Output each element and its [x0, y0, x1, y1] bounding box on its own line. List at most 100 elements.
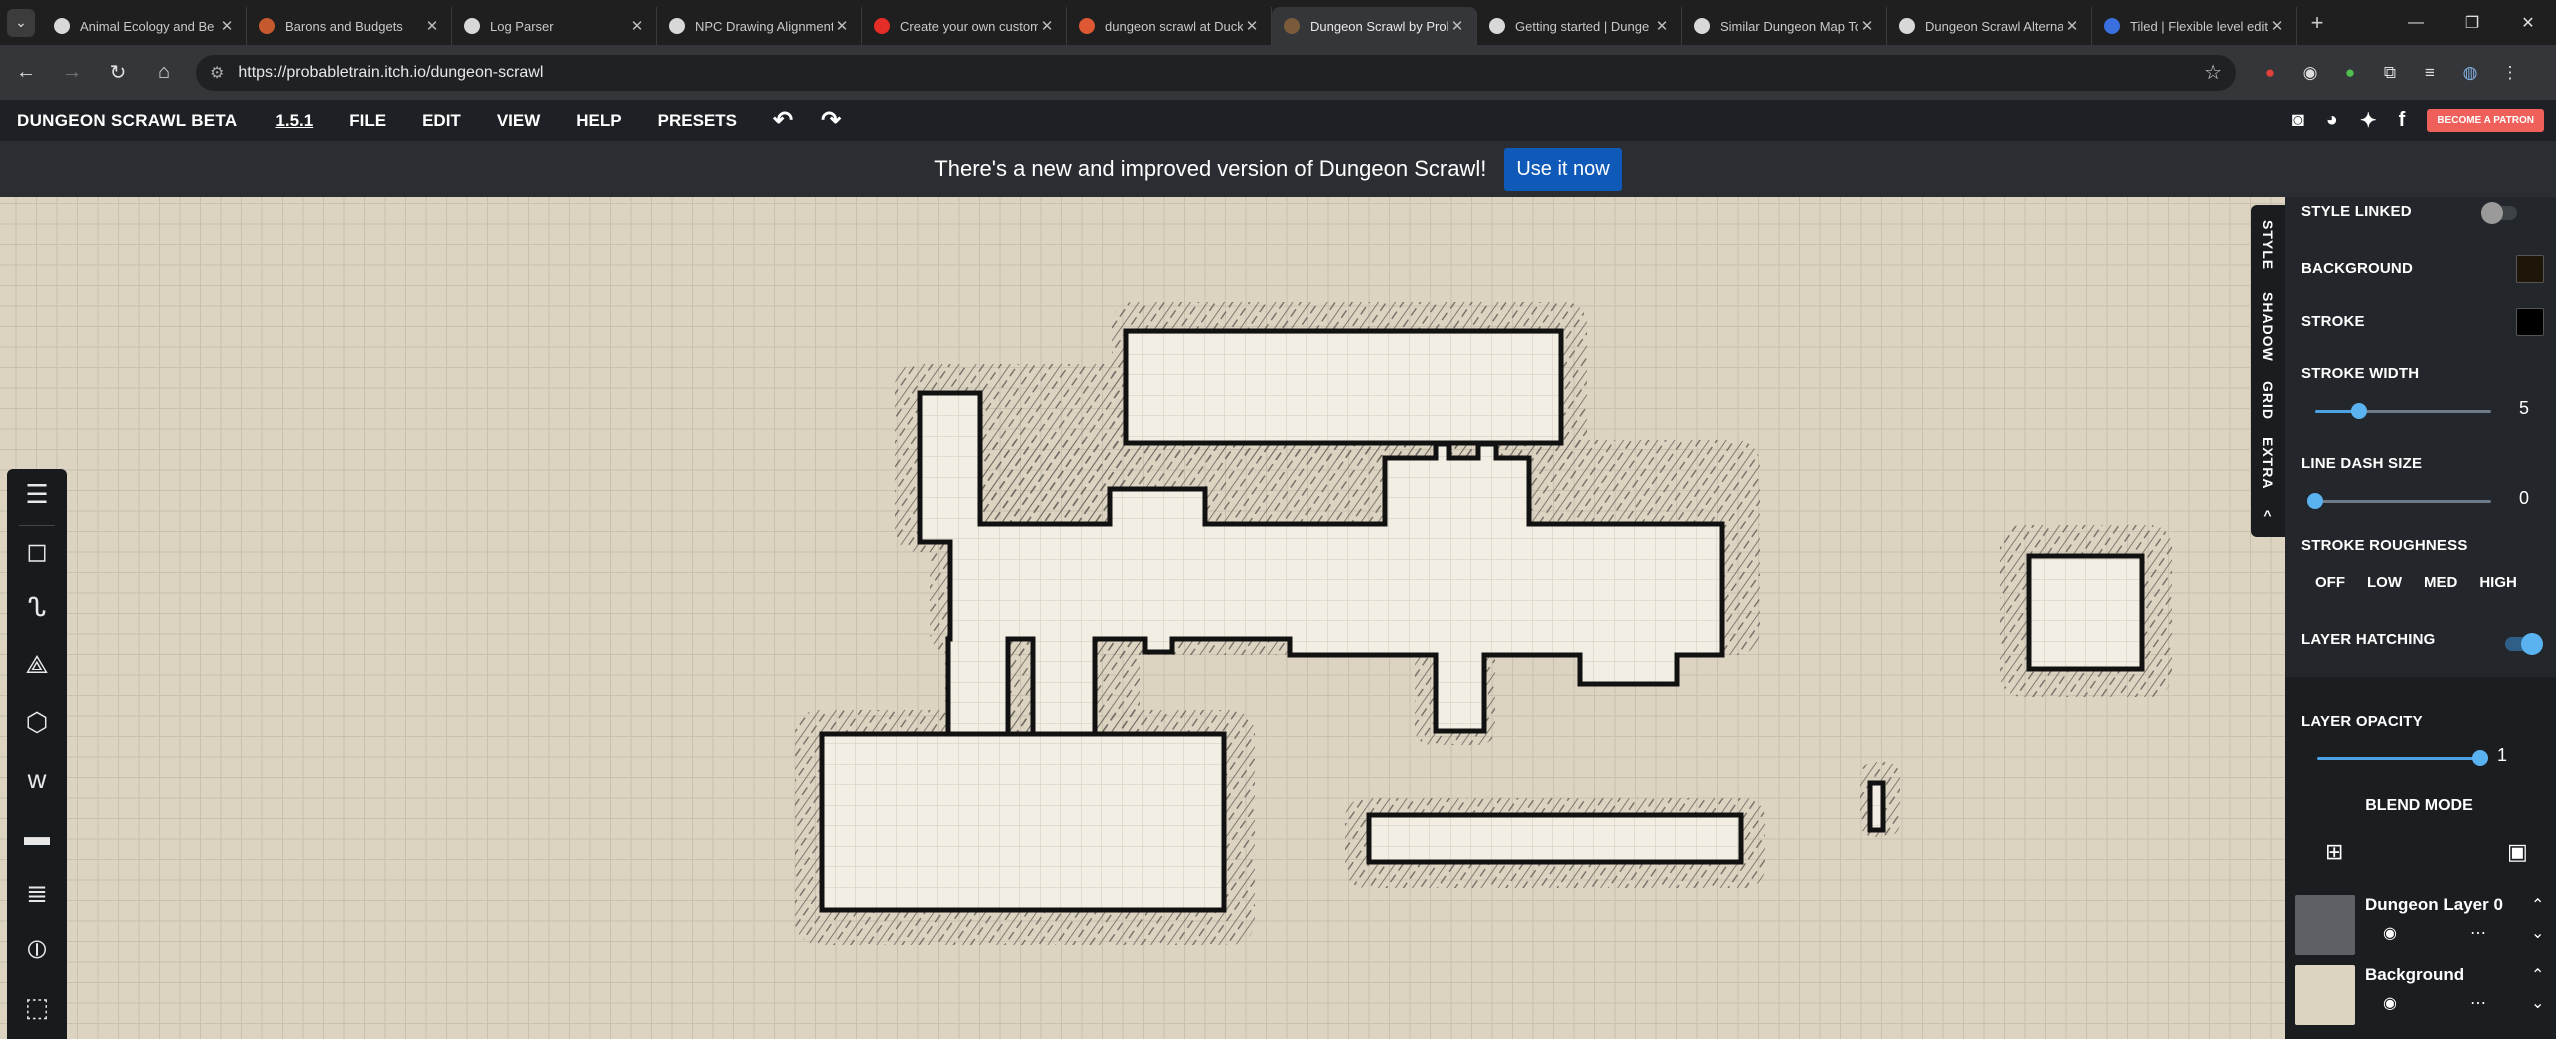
stroke-color-swatch[interactable] [2516, 308, 2544, 336]
discord-icon[interactable]: ◙ [2292, 109, 2304, 132]
line-dash-slider[interactable] [2315, 500, 2491, 503]
close-tab-icon[interactable]: ✕ [2268, 17, 2286, 35]
undo-icon[interactable]: ↶ [773, 106, 793, 135]
site-info-icon[interactable]: ⚙ [210, 63, 224, 83]
media-controls-icon[interactable]: ≡ [2410, 55, 2450, 91]
tab-grid[interactable]: GRID [2251, 375, 2285, 425]
browser-tab[interactable]: dungeon scrawl at Duck ✕ [1067, 7, 1272, 45]
blend-mode-button[interactable]: BLEND MODE [2357, 797, 2481, 815]
map-canvas[interactable]: ☰ ◻ ᔐ ⟁ ⬡ ᴡ ▬ ≣ ⦶ ⬚ [0, 197, 2556, 1039]
tab-style[interactable]: STYLE [2251, 213, 2285, 277]
menu-view[interactable]: VIEW [497, 111, 540, 131]
close-tab-icon[interactable]: ✕ [1243, 17, 1261, 35]
close-tab-icon[interactable]: ✕ [1653, 17, 1671, 35]
chevron-up-icon[interactable]: ⌃ [2531, 965, 2544, 985]
minimize-button[interactable]: — [2388, 0, 2444, 45]
close-tab-icon[interactable]: ✕ [1448, 17, 1466, 35]
back-button[interactable]: ← [6, 53, 46, 93]
browser-tab[interactable]: Animal Ecology and Be ✕ [42, 7, 247, 45]
extension-frog-icon[interactable]: ● [2330, 55, 2370, 91]
facebook-icon[interactable]: f [2399, 109, 2406, 132]
close-tab-icon[interactable]: ✕ [2063, 17, 2081, 35]
menu-presets[interactable]: PRESETS [658, 111, 737, 131]
bookmark-star-icon[interactable]: ☆ [2204, 60, 2222, 85]
browser-tab[interactable]: Log Parser ✕ [452, 7, 657, 45]
stroke-width-thumb[interactable] [2351, 403, 2367, 419]
version-link[interactable]: 1.5.1 [275, 111, 313, 131]
close-window-button[interactable]: ✕ [2500, 0, 2556, 45]
browser-tab[interactable]: Dungeon Scrawl by Prob ✕ [1272, 7, 1477, 45]
roughness-high[interactable]: HIGH [2479, 574, 2517, 591]
browser-tab[interactable]: NPC Drawing Alignment ✕ [657, 7, 862, 45]
close-tab-icon[interactable]: ✕ [628, 17, 646, 35]
menu-edit[interactable]: EDIT [422, 111, 461, 131]
tab-search-button[interactable]: ⌄ [0, 0, 42, 45]
url-field[interactable]: ⚙ https://probabletrain.itch.io/dungeon-… [196, 54, 2236, 91]
roughness-low[interactable]: LOW [2367, 574, 2402, 591]
layer-opacity-thumb[interactable] [2472, 750, 2488, 766]
select-tool-icon[interactable]: ⬚ [7, 982, 67, 1032]
tab-title: Log Parser [490, 18, 554, 34]
twitter-icon[interactable]: ✦ [2360, 108, 2377, 133]
browser-tab[interactable]: Similar Dungeon Map To ✕ [1682, 7, 1887, 45]
line-dash-thumb[interactable] [2307, 493, 2323, 509]
close-tab-icon[interactable]: ✕ [1038, 17, 1056, 35]
rectangle-tool-icon[interactable]: ◻ [7, 526, 67, 576]
browser-tab[interactable]: Tiled | Flexible level edit ✕ [2092, 7, 2297, 45]
menu-file[interactable]: FILE [349, 111, 386, 131]
more-icon[interactable]: ⋯ [2470, 923, 2486, 943]
measure-tool-icon[interactable]: ⦶ [7, 925, 67, 975]
tab-shadow[interactable]: SHADOW [2251, 287, 2285, 367]
tab-extra[interactable]: EXTRA [2251, 433, 2285, 493]
browser-tab[interactable]: Getting started | Dunge ✕ [1477, 7, 1682, 45]
path-tool-icon[interactable]: ᔐ [7, 582, 67, 632]
reload-button[interactable]: ↻ [98, 53, 138, 93]
more-icon[interactable]: ⋯ [2470, 993, 2486, 1013]
add-image-layer-icon[interactable]: ▣ [2507, 839, 2528, 865]
chevron-down-icon[interactable]: ⌄ [2531, 993, 2544, 1013]
use-it-now-button[interactable]: Use it now [1504, 147, 1622, 191]
add-layer-icon[interactable]: ⊞ [2325, 839, 2343, 865]
browser-tab[interactable]: Barons and Budgets ✕ [247, 7, 452, 45]
stroke-width-label: STROKE WIDTH [2301, 365, 2420, 382]
kebab-menu-icon[interactable]: ⋮ [2490, 55, 2530, 91]
layer-item[interactable]: Dungeon Layer 0 ◉ ⋯ ⌃ ⌄ [2285, 887, 2556, 955]
eye-icon[interactable]: ◉ [2383, 993, 2397, 1013]
menu-help[interactable]: HELP [576, 111, 621, 131]
eye-icon[interactable]: ◉ [2383, 923, 2397, 943]
reddit-icon[interactable]: ◕ [2326, 109, 2338, 132]
collapse-chevron-icon[interactable]: ^ [2251, 503, 2285, 527]
chevron-up-icon[interactable]: ⌃ [2531, 895, 2544, 915]
maximize-button[interactable]: ❐ [2444, 0, 2500, 45]
browser-tab[interactable]: Dungeon Scrawl Alterna ✕ [1887, 7, 2092, 45]
forward-button[interactable]: → [52, 53, 92, 93]
style-linked-toggle[interactable] [2481, 202, 2517, 224]
polygon-tool-icon[interactable]: ⟁ [7, 640, 67, 690]
roughness-med[interactable]: MED [2424, 574, 2457, 591]
extension-mask-icon[interactable]: ◉ [2290, 55, 2330, 91]
background-color-swatch[interactable] [2516, 255, 2544, 283]
stairs-tool-icon[interactable]: ≣ [7, 868, 67, 918]
become-patron-button[interactable]: BECOME A PATRON [2427, 109, 2544, 132]
bezier-tool-icon[interactable]: ᴡ [7, 754, 67, 804]
new-tab-button[interactable]: + [2297, 10, 2337, 36]
extension-red-icon[interactable]: ● [2250, 55, 2290, 91]
redo-icon[interactable]: ↷ [821, 106, 841, 135]
roughness-off[interactable]: OFF [2315, 574, 2345, 591]
browser-tab[interactable]: Create your own custom ✕ [862, 7, 1067, 45]
door-tool-icon[interactable]: ▬ [7, 811, 67, 861]
close-tab-icon[interactable]: ✕ [833, 17, 851, 35]
profile-avatar-icon[interactable]: ◍ [2450, 55, 2490, 91]
layer-hatching-toggle[interactable] [2505, 633, 2543, 655]
layer-opacity-slider[interactable] [2317, 757, 2477, 760]
puzzle-icon[interactable]: ⧉ [2370, 55, 2410, 91]
home-button[interactable]: ⌂ [144, 53, 184, 93]
hexagon-tool-icon[interactable]: ⬡ [7, 697, 67, 747]
layer-item[interactable]: Background ◉ ⋯ ⌃ ⌄ [2285, 957, 2556, 1025]
sliders-icon[interactable]: ☰ [7, 469, 67, 519]
close-tab-icon[interactable]: ✕ [423, 17, 441, 35]
chevron-down-icon[interactable]: ⌄ [2531, 923, 2544, 943]
close-tab-icon[interactable]: ✕ [1858, 17, 1876, 35]
close-tab-icon[interactable]: ✕ [218, 17, 236, 35]
openai-icon [1899, 18, 1915, 34]
